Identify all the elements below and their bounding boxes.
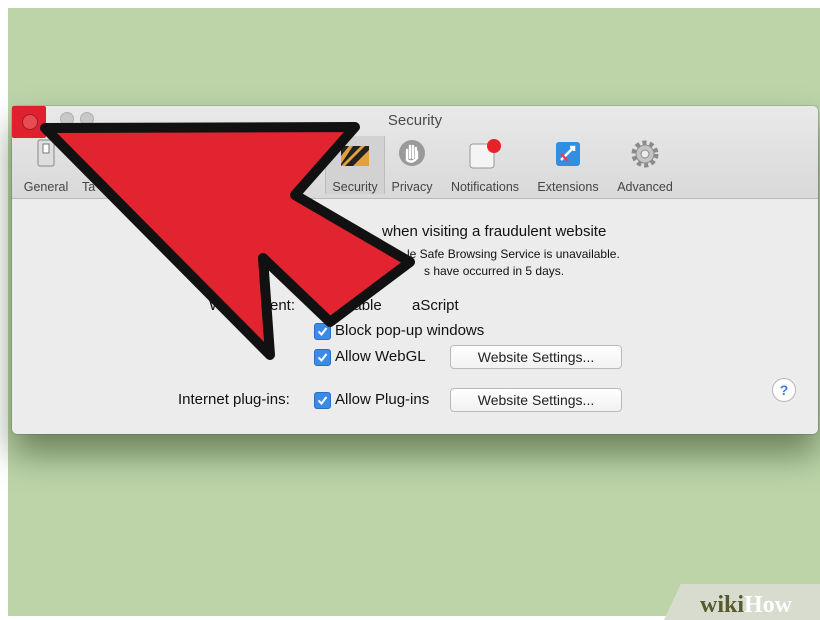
watermark-logo: wikiHow bbox=[700, 592, 792, 619]
watermark-how: How bbox=[744, 592, 793, 618]
arrow-shape bbox=[40, 122, 415, 360]
annotation-arrow bbox=[40, 122, 415, 360]
watermark-wiki: wiki bbox=[700, 592, 745, 618]
